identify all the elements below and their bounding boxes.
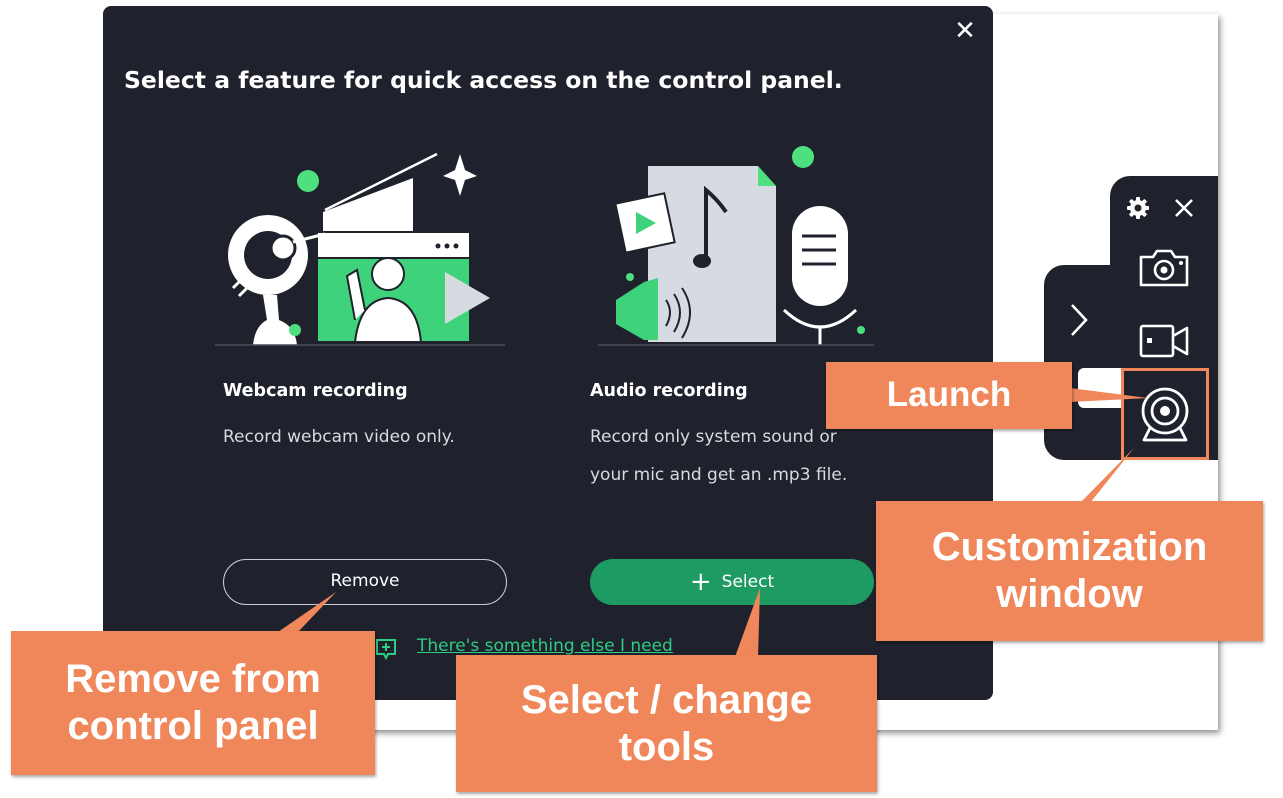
callout-launch: Launch bbox=[826, 362, 1072, 429]
callout-select-text: Select / change tools bbox=[520, 677, 813, 769]
callout-customization-text: Customization window bbox=[931, 525, 1208, 616]
callout-launch-text: Launch bbox=[886, 375, 1012, 415]
callout-remove: Remove from control panel bbox=[11, 631, 375, 775]
callout-remove-text: Remove from control panel bbox=[65, 657, 321, 748]
callout-select: Select / change tools bbox=[456, 655, 877, 792]
callout-customization: Customization window bbox=[876, 501, 1263, 641]
